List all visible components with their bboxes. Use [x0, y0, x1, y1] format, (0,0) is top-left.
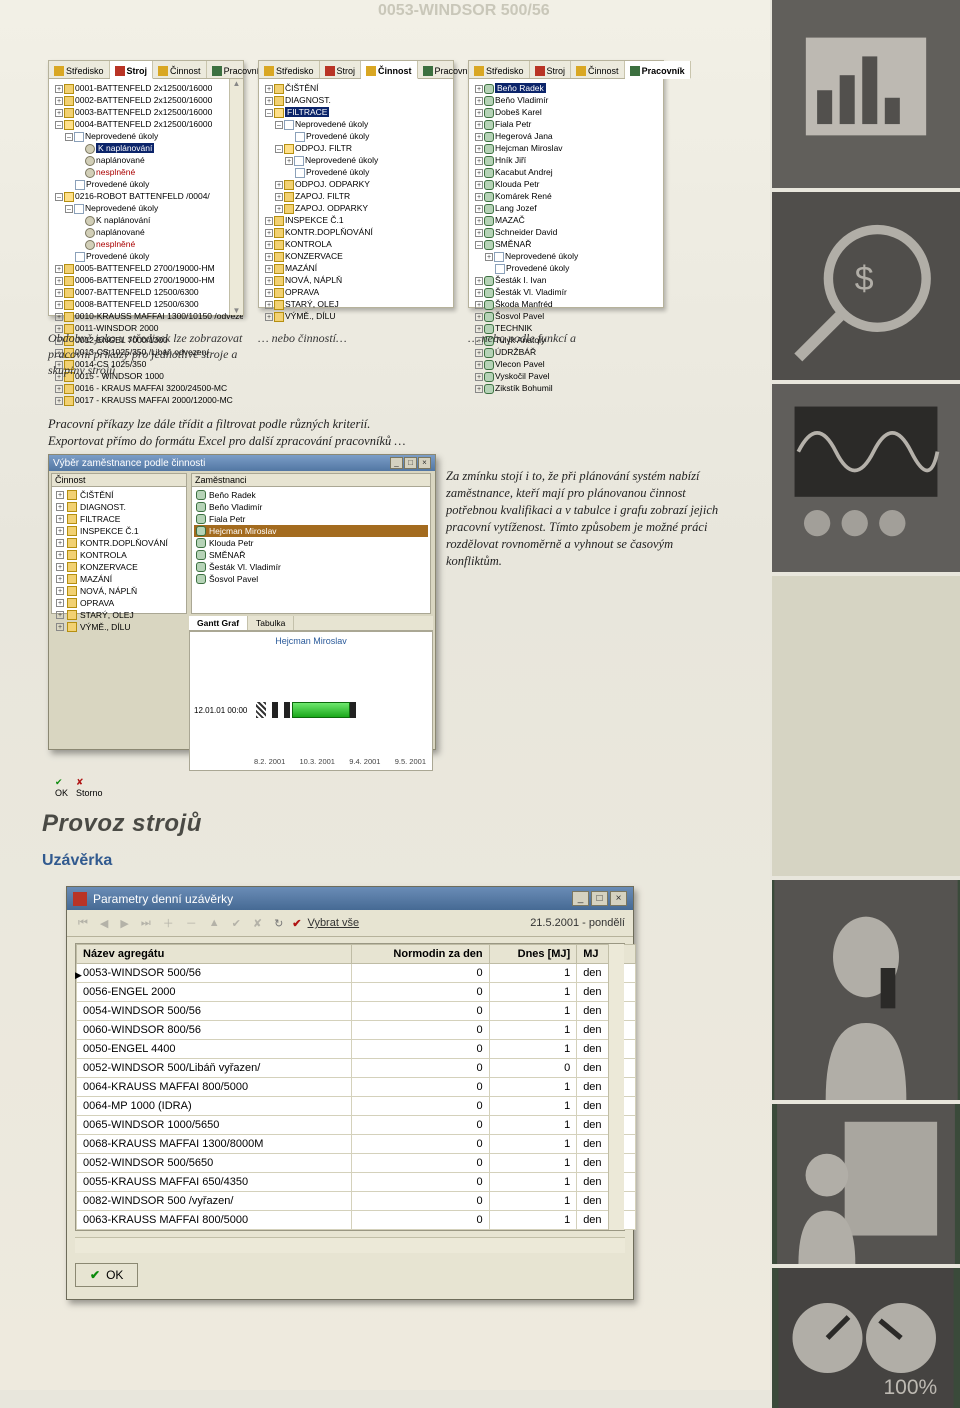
gantt-seg-2 [272, 702, 278, 718]
photo-money-scope: $ [772, 192, 960, 380]
add-button[interactable]: ＋ [160, 914, 177, 932]
photo-gauges: 100% [772, 1268, 960, 1408]
window-icon [73, 892, 87, 906]
grid-scrollbar-v[interactable] [608, 944, 624, 1230]
cancel-button[interactable]: ✘ [250, 916, 265, 931]
panel3-tabs: Středisko Stroj Činnost Pracovník [469, 61, 663, 79]
nav-first-button[interactable]: ⏮ [75, 916, 91, 931]
win-close-button[interactable]: × [610, 891, 627, 906]
gantt-tabs: Gantt Graf Tabulka [189, 616, 433, 631]
panel2-tree[interactable]: +ČIŠTĚNÍ+DIAGNOST.–FILTRACE–Neprovedené … [259, 79, 453, 325]
photo-chart [772, 0, 960, 188]
maximize-button[interactable]: □ [404, 457, 417, 469]
win-maximize-button[interactable]: □ [591, 891, 608, 906]
gantt-seg-5 [350, 702, 356, 718]
photo-worker-phone [772, 880, 960, 1100]
gantt-seg-3 [284, 702, 290, 718]
tab-cinnost[interactable]: Činnost [153, 61, 207, 78]
photo-gap [772, 576, 960, 876]
panel-cinnost: Středisko Stroj Činnost Pracovník +ČIŠTĚ… [258, 60, 454, 308]
panel1-tabs: Středisko Stroj Činnost Pracovník [49, 61, 243, 79]
gantt-axis: 8.2. 200110.3. 20019.4. 20019.5. 2001 [254, 757, 426, 766]
win-minimize-button[interactable]: _ [572, 891, 589, 906]
grid-scrollbar-h[interactable] [75, 1237, 625, 1253]
panel-stroj: Středisko Stroj Činnost Pracovník +0001-… [48, 60, 244, 316]
col-cinnost-header: Činnost [52, 474, 186, 487]
window-title: Parametry denní uzávěrky [93, 892, 233, 906]
refresh-button[interactable]: ↻ [271, 916, 286, 931]
close-button[interactable]: × [418, 457, 431, 469]
paragraph-1: Pracovní příkazy lze dále třídit a filtr… [48, 416, 668, 450]
cinnost-list[interactable]: +ČIŠTĚNÍ+DIAGNOST.+FILTRACE+INSPEKCE Č.1… [52, 487, 186, 613]
tab-pracovnik-3[interactable]: Pracovník [625, 61, 691, 79]
tab-gantt-graf[interactable]: Gantt Graf [189, 616, 248, 630]
panel2-tabs: Středisko Stroj Činnost Pracovník [259, 61, 453, 79]
window-titlebar: Parametry denní uzávěrky _ □ × [67, 887, 633, 910]
select-employee-dialog: Výběr zaměstnance podle činnosti _ □ × Č… [48, 454, 436, 750]
gantt-person: Hejcman Miroslav [190, 632, 432, 650]
heading-provoz: Provoz strojů [42, 810, 202, 838]
minimize-button[interactable]: _ [390, 457, 403, 469]
tab-cinnost-3[interactable]: Činnost [571, 61, 625, 78]
gantt-seg-1 [256, 702, 266, 718]
tab-stroj-3[interactable]: Stroj [530, 61, 572, 78]
faint-header: 0053-WINDSOR 500/56 [378, 2, 550, 20]
photo-oscilloscope [772, 384, 960, 572]
right-photo-strip: $ 100% [772, 0, 960, 1390]
tab-stroj[interactable]: Stroj [110, 61, 154, 79]
uzaverka-grid[interactable]: Název agregátuNormodin za denDnes [MJ]MJ… [75, 943, 625, 1231]
photo-workers-panel [772, 1104, 960, 1264]
caption-3: … nebo podle funkcí a [468, 330, 638, 346]
window-ok-button[interactable]: ✔OK [75, 1263, 138, 1287]
tab-stredisko[interactable]: Středisko [49, 61, 110, 78]
uzaverka-window: Parametry denní uzávěrky _ □ × ⏮ ◀ ▶ ⏭ ＋… [66, 886, 634, 1300]
edit-button[interactable]: ▲ [206, 916, 223, 930]
ok-button[interactable]: ✔OK [55, 777, 68, 798]
gantt-row-label: 12.01.01 00:00 [194, 706, 247, 715]
tab-stredisko-3[interactable]: Středisko [469, 61, 530, 78]
window-toolbar: ⏮ ◀ ▶ ⏭ ＋ － ▲ ✔ ✘ ↻ ✔ Vybrat vše 21.5.20… [67, 910, 633, 937]
row-cursor-icon [75, 968, 83, 986]
caption-1: Obdobně jako u středisek lze zobrazovat … [48, 330, 248, 378]
panel-pracovnik: Středisko Stroj Činnost Pracovník +Beňo … [468, 60, 664, 308]
tab-stredisko-2[interactable]: Středisko [259, 61, 320, 78]
gantt-chart: Hejcman Miroslav 12.01.01 00:00 8.2. 200… [189, 631, 433, 771]
paragraph-2: Za zmínku stojí i to, že při plánování s… [446, 468, 726, 570]
tab-cinnost-2[interactable]: Činnost [361, 61, 418, 79]
col-zamestnanci-header: Zaměstnanci [192, 474, 430, 487]
tab-tabulka[interactable]: Tabulka [248, 616, 294, 630]
zamestnanci-list[interactable]: Beňo RadekBeňo VladimírFiala PetrHejcman… [192, 487, 430, 613]
confirm-button[interactable]: ✔ [229, 916, 244, 931]
select-all-button[interactable]: Vybrat vše [308, 917, 360, 929]
panel1-scrollbar[interactable] [229, 79, 243, 315]
svg-text:$: $ [855, 260, 874, 298]
dialog-footer: ✔OK ✘Storno [49, 773, 435, 802]
caption-2: … nebo činností… [258, 330, 428, 346]
svg-text:100%: 100% [884, 1376, 938, 1399]
dialog-title: Výběr zaměstnance podle činnosti [53, 458, 205, 469]
gantt-seg-4 [292, 702, 350, 718]
nav-last-button[interactable]: ⏭ [138, 916, 154, 931]
storno-button[interactable]: ✘Storno [76, 777, 103, 798]
panel3-tree[interactable]: +Beňo Radek+Beňo Vladimír+Dobeš Karel+Fi… [469, 79, 663, 397]
remove-button[interactable]: － [183, 914, 200, 932]
tab-stroj-2[interactable]: Stroj [320, 61, 362, 78]
nav-next-button[interactable]: ▶ [117, 916, 131, 931]
dialog-titlebar: Výběr zaměstnance podle činnosti _ □ × [49, 455, 435, 471]
nav-prev-button[interactable]: ◀ [97, 916, 111, 931]
toolbar-date: 21.5.2001 - pondělí [530, 917, 625, 929]
subheading-uzaverka: Uzávěrka [42, 852, 112, 870]
